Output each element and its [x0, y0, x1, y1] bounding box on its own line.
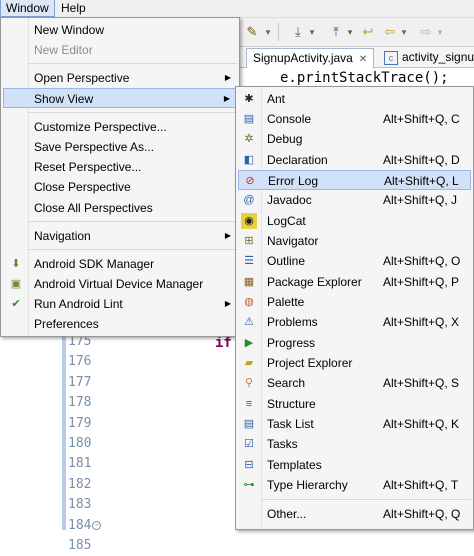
- code-keyword-if: if: [215, 335, 232, 351]
- line-numbers: 175 176 177 178 179 180 181 182 183 184−…: [68, 332, 108, 556]
- palette-icon: ◍: [244, 296, 254, 308]
- lint-check-icon: ✔: [11, 298, 21, 310]
- show-view-submenu: ✱ Ant ▤ Console Alt+Shift+Q, C ✲ Debug ◧ Decl…: [235, 86, 474, 530]
- avd-manager-icon: ▣: [10, 278, 22, 290]
- menu-window[interactable]: Window: [0, 0, 55, 17]
- view-item-type-hierarchy[interactable]: ⊶ Type Hierarchy Alt+Shift+Q, T: [238, 475, 471, 495]
- tab-label: SignupActivity.java: [253, 51, 353, 65]
- menu-item-close-all-perspectives[interactable]: Close All Perspectives: [3, 198, 237, 218]
- view-item-other[interactable]: Other... Alt+Shift+Q, Q: [238, 504, 471, 524]
- menu-item-android-sdk-manager[interactable]: ⬇ Android SDK Manager: [3, 254, 237, 274]
- last-edit-icon[interactable]: ↩: [360, 24, 376, 40]
- problems-icon: ⚠: [244, 316, 254, 328]
- type-hierarchy-icon: ⊶: [243, 479, 255, 491]
- view-item-structure[interactable]: ≡ Structure: [238, 394, 471, 414]
- submenu-arrow-icon: ▶: [224, 231, 231, 240]
- menu-item-open-perspective[interactable]: Open Perspective ▶: [3, 68, 237, 88]
- editor-tabs: SignupActivity.java ✕ c activity_signup: [240, 47, 474, 68]
- outline-icon: ☰: [244, 255, 254, 267]
- search-icon: ⚲: [244, 377, 254, 389]
- logcat-icon: ◉: [241, 213, 257, 229]
- dropdown-icon[interactable]: ▾: [260, 24, 276, 40]
- line-number: 177: [68, 374, 92, 390]
- dropdown-icon[interactable]: ▾: [304, 24, 320, 40]
- sdk-manager-icon: ⬇: [11, 258, 21, 270]
- project-explorer-icon: ▰: [244, 357, 254, 369]
- debug-bug-icon: ✲: [244, 133, 254, 145]
- tasks-icon: ☑: [244, 438, 254, 450]
- code-line: e.printStackTrace();: [280, 70, 449, 86]
- toolbar: ✎ ▾ ⤓ ▾ ⤒ ▾ ↩ ⇦ ▾ ⇨ ▾: [240, 18, 474, 47]
- menu-help[interactable]: Help: [56, 0, 91, 17]
- package-explorer-icon: ▦: [243, 276, 255, 288]
- progress-icon: ▶: [244, 337, 254, 349]
- view-item-palette[interactable]: ◍ Palette: [238, 292, 471, 312]
- view-item-debug[interactable]: ✲ Debug: [238, 129, 471, 149]
- tab-activity-signup[interactable]: c activity_signup: [378, 48, 474, 67]
- view-item-error-log[interactable]: ⊘ Error Log Alt+Shift+Q, L: [238, 170, 471, 191]
- structure-icon: ≡: [245, 398, 253, 410]
- menu-item-reset-perspective[interactable]: Reset Perspective...: [3, 157, 237, 177]
- close-icon[interactable]: ✕: [359, 54, 367, 65]
- view-item-outline[interactable]: ☰ Outline Alt+Shift+Q, O: [238, 251, 471, 271]
- view-item-search[interactable]: ⚲ Search Alt+Shift+Q, S: [238, 373, 471, 393]
- line-number: 182: [68, 476, 92, 492]
- dropdown-icon[interactable]: ▾: [342, 24, 358, 40]
- menu-item-run-android-lint[interactable]: ✔ Run Android Lint ▶: [3, 294, 237, 314]
- dropdown-icon[interactable]: ▾: [432, 24, 448, 40]
- view-item-templates[interactable]: ⊟ Templates: [238, 455, 471, 475]
- menu-item-preferences[interactable]: Preferences: [3, 314, 237, 334]
- view-item-progress[interactable]: ▶ Progress: [238, 333, 471, 353]
- submenu-arrow-icon: ▶: [224, 73, 231, 82]
- view-item-ant[interactable]: ✱ Ant: [238, 89, 471, 109]
- menu-item-close-perspective[interactable]: Close Perspective: [3, 177, 237, 197]
- view-item-navigator[interactable]: ⊞ Navigator: [238, 231, 471, 251]
- view-item-problems[interactable]: ⚠ Problems Alt+Shift+Q, X: [238, 312, 471, 332]
- menu-item-customize-perspective[interactable]: Customize Perspective...: [3, 117, 237, 137]
- editor-gutter: [62, 330, 66, 530]
- submenu-arrow-icon: ▶: [224, 299, 231, 308]
- tab-label: activity_signup: [402, 50, 474, 64]
- line-number: 176: [68, 354, 92, 370]
- tab-signup-activity[interactable]: SignupActivity.java ✕: [246, 48, 375, 68]
- line-number: 180: [68, 435, 92, 451]
- xml-file-icon: c: [384, 50, 398, 65]
- line-number: 178: [68, 395, 92, 411]
- menu-bar: Window Help: [0, 0, 474, 18]
- error-log-icon: ⊘: [245, 175, 255, 187]
- fold-icon[interactable]: −: [92, 520, 102, 530]
- declaration-icon: ◧: [243, 154, 255, 166]
- view-item-declaration[interactable]: ◧ Declaration Alt+Shift+Q, D: [238, 150, 471, 170]
- view-item-tasks[interactable]: ☑ Tasks: [238, 434, 471, 454]
- line-number: 181: [68, 456, 92, 472]
- navigator-icon: ⊞: [244, 235, 254, 247]
- task-list-icon: ▤: [243, 418, 255, 430]
- menu-item-android-avd-manager[interactable]: ▣ Android Virtual Device Manager: [3, 274, 237, 294]
- menu-item-new-editor[interactable]: New Editor: [3, 40, 237, 60]
- window-menu: New Window New Editor Open Perspective ▶ …: [0, 17, 240, 337]
- line-number: 184: [68, 517, 92, 533]
- menu-item-new-window[interactable]: New Window: [3, 20, 237, 40]
- javadoc-icon: @: [243, 194, 255, 206]
- menu-item-show-view[interactable]: Show View ▶: [3, 88, 237, 108]
- view-item-task-list[interactable]: ▤ Task List Alt+Shift+Q, K: [238, 414, 471, 434]
- templates-icon: ⊟: [244, 459, 254, 471]
- line-number: 185: [68, 537, 92, 553]
- line-number: 179: [68, 415, 92, 431]
- dropdown-icon[interactable]: ▾: [396, 24, 412, 40]
- line-number: 183: [68, 497, 92, 513]
- menu-item-navigation[interactable]: Navigation ▶: [3, 226, 237, 246]
- view-item-logcat[interactable]: ◉ LogCat: [238, 211, 471, 231]
- view-item-project-explorer[interactable]: ▰ Project Explorer: [238, 353, 471, 373]
- view-item-console[interactable]: ▤ Console Alt+Shift+Q, C: [238, 109, 471, 129]
- menu-item-save-perspective-as[interactable]: Save Perspective As...: [3, 137, 237, 157]
- console-icon: ▤: [243, 113, 255, 125]
- view-item-package-explorer[interactable]: ▦ Package Explorer Alt+Shift+Q, P: [238, 272, 471, 292]
- view-item-javadoc[interactable]: @ Javadoc Alt+Shift+Q, J: [238, 190, 471, 210]
- pencil-icon[interactable]: ✎: [244, 24, 260, 40]
- ant-icon: ✱: [244, 93, 254, 105]
- submenu-arrow-icon: ▶: [223, 94, 230, 103]
